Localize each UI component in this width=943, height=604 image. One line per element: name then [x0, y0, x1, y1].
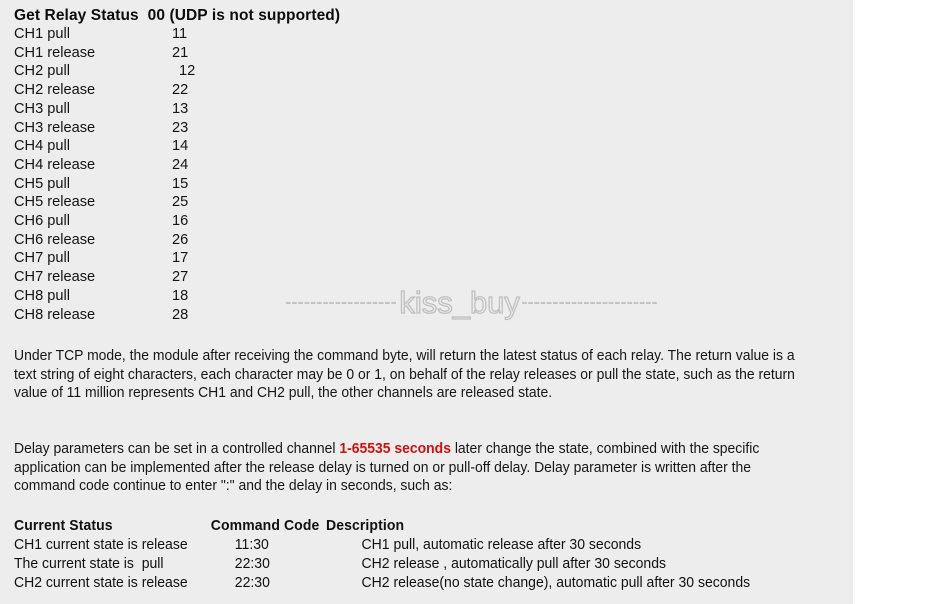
command-row: CH1 pull 11: [14, 25, 444, 44]
table-cell-description: CH1 pull, automatic release after 30 sec…: [361, 537, 642, 553]
command-row: CH8 pull 18: [14, 287, 444, 306]
command-row: CH6 release 26: [14, 231, 444, 250]
page-root: Get Relay Status 00 (UDP is not supporte…: [0, 0, 943, 604]
table-cell-command-code: 22:30: [234, 575, 270, 591]
table-cell-description: CH2 release , automatically pull after 3…: [361, 556, 667, 572]
command-name: CH6 release: [14, 231, 96, 248]
table-cell-command-code: 22:30: [234, 556, 270, 572]
command-row: CH5 pull 15: [14, 175, 444, 194]
table-cell-current-status: The current state is pull: [14, 556, 164, 572]
command-row: CH7 release 27: [14, 268, 444, 287]
table-header-command-code: Command Code: [210, 518, 320, 534]
command-code: 18: [172, 287, 189, 304]
command-code: 25: [172, 194, 189, 211]
command-row: CH3 release 23: [14, 119, 444, 138]
command-row: CH8 release 28: [14, 306, 444, 325]
command-code: 16: [172, 213, 189, 230]
command-name: CH3 pull: [14, 100, 70, 117]
table-row: CH2 current state is release 22:30 CH2 r…: [14, 574, 811, 593]
command-code: 28: [172, 306, 189, 323]
command-code: 23: [172, 119, 189, 136]
command-name: CH3 release: [14, 119, 96, 136]
command-row: CH3 pull 13: [14, 100, 444, 119]
status-example-table: Current Status Command Code Description …: [14, 517, 811, 593]
command-row: CH6 pull 16: [14, 212, 444, 231]
command-row: CH2 release 22: [14, 81, 444, 100]
relay-command-list: Get Relay Status 00 (UDP is not supporte…: [14, 6, 444, 324]
command-code: 14: [172, 138, 189, 155]
command-name: CH2 release: [14, 82, 96, 99]
command-code: 13: [172, 100, 189, 117]
command-row: CH2 pull 12: [14, 62, 444, 81]
command-name: CH5 release: [14, 194, 96, 211]
command-row: CH1 release 21: [14, 44, 444, 63]
command-name: CH4 release: [14, 156, 96, 173]
table-cell-command-code: 11:30: [234, 537, 269, 553]
command-code: 11: [172, 26, 188, 42]
command-code: 12: [179, 63, 196, 80]
command-name: CH4 pull: [14, 138, 70, 155]
command-name: CH8 release: [14, 306, 96, 323]
table-cell-current-status: CH2 current state is release: [14, 575, 188, 591]
table-header-row: Current Status Command Code Description: [14, 517, 811, 536]
watermark-dashes-right: ----------------------: [521, 295, 659, 311]
table-cell-current-status: CH1 current state is release: [14, 537, 188, 553]
command-name: CH5 pull: [14, 175, 70, 192]
command-name: CH1 release: [14, 44, 96, 61]
command-row: CH5 release 25: [14, 193, 444, 212]
command-name: CH6 pull: [14, 213, 70, 230]
command-code: 15: [172, 175, 189, 192]
delay-text-part1: Delay parameters can be set in a control…: [14, 441, 340, 457]
command-name: CH8 pull: [14, 287, 70, 304]
command-code: 21: [172, 44, 189, 61]
command-name: CH7 pull: [14, 250, 70, 267]
table-row: The current state is pull 22:30 CH2 rele…: [14, 555, 811, 574]
command-code: 22: [172, 82, 189, 99]
command-name: CH1 pull: [14, 26, 70, 42]
command-code: 27: [172, 269, 189, 286]
content-panel: Get Relay Status 00 (UDP is not supporte…: [0, 0, 853, 604]
table-header-description: Description: [326, 518, 405, 534]
table-row: CH1 current state is release 11:30 CH1 p…: [14, 536, 811, 555]
command-row: CH4 release 24: [14, 156, 444, 175]
delay-range-highlight: 1-65535 seconds: [339, 441, 451, 457]
command-code: 17: [172, 250, 189, 267]
command-row: CH7 pull 17: [14, 249, 444, 268]
command-name: CH7 release: [14, 269, 96, 286]
command-name: CH2 pull: [14, 63, 70, 80]
table-header-current-status: Current Status: [14, 518, 113, 534]
command-list-title: Get Relay Status 00 (UDP is not supporte…: [14, 7, 341, 24]
paragraph-tcp-mode: Under TCP mode, the module after receivi…: [14, 348, 795, 402]
command-row: CH4 pull 14: [14, 137, 444, 156]
command-code: 26: [172, 231, 189, 248]
command-code: 24: [172, 156, 189, 173]
table-cell-description: CH2 release(no state change), automatic …: [361, 575, 751, 591]
paragraph-delay: Delay parameters can be set in a control…: [14, 440, 797, 496]
